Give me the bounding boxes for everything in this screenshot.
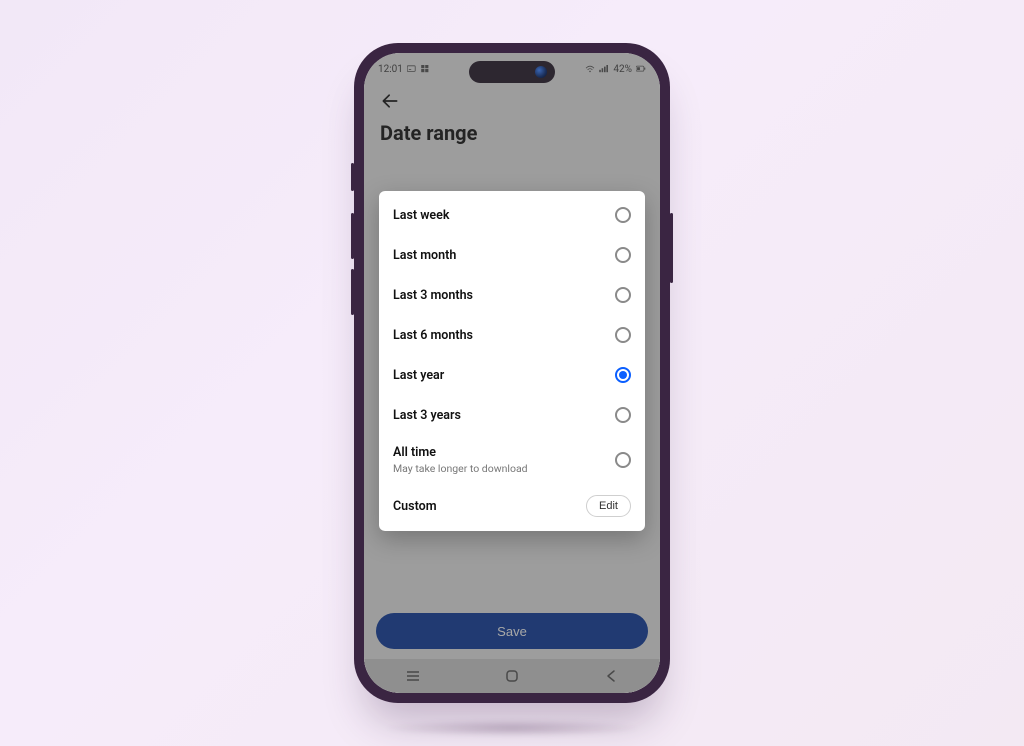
option-subtitle: May take longer to download bbox=[393, 462, 528, 475]
radio-icon[interactable] bbox=[615, 207, 631, 223]
front-camera-icon bbox=[535, 66, 547, 78]
option-label: Last 6 months bbox=[393, 328, 473, 343]
option-label: Last 3 months bbox=[393, 288, 473, 303]
option-last-3-years[interactable]: Last 3 years bbox=[379, 395, 645, 435]
option-last-3-months[interactable]: Last 3 months bbox=[379, 275, 645, 315]
option-label: Last month bbox=[393, 248, 456, 263]
option-label: Last week bbox=[393, 208, 449, 223]
option-last-6-months[interactable]: Last 6 months bbox=[379, 315, 645, 355]
radio-icon[interactable] bbox=[615, 287, 631, 303]
screen: 12:01 42% bbox=[364, 53, 660, 693]
phone-volume-up bbox=[351, 213, 354, 259]
option-label: Last year bbox=[393, 368, 444, 383]
date-range-dialog: Last week Last month Last 3 months Last … bbox=[379, 191, 645, 531]
radio-icon[interactable] bbox=[615, 407, 631, 423]
option-last-year[interactable]: Last year bbox=[379, 355, 645, 395]
option-all-time[interactable]: All time May take longer to download bbox=[379, 435, 645, 485]
radio-icon[interactable] bbox=[615, 247, 631, 263]
option-last-month[interactable]: Last month bbox=[379, 235, 645, 275]
option-label: All time bbox=[393, 445, 528, 460]
phone-volume-down bbox=[351, 269, 354, 315]
phone-power-button bbox=[670, 213, 673, 283]
radio-icon[interactable] bbox=[615, 367, 631, 383]
edit-button[interactable]: Edit bbox=[586, 495, 631, 517]
phone-mockup: 12:01 42% bbox=[354, 43, 670, 703]
option-label: Last 3 years bbox=[393, 408, 461, 423]
dynamic-island bbox=[469, 61, 555, 83]
option-label: Custom bbox=[393, 499, 437, 514]
option-last-week[interactable]: Last week bbox=[379, 195, 645, 235]
option-custom[interactable]: Custom Edit bbox=[379, 485, 645, 527]
radio-icon[interactable] bbox=[615, 452, 631, 468]
phone-side-button bbox=[351, 163, 354, 191]
radio-icon[interactable] bbox=[615, 327, 631, 343]
